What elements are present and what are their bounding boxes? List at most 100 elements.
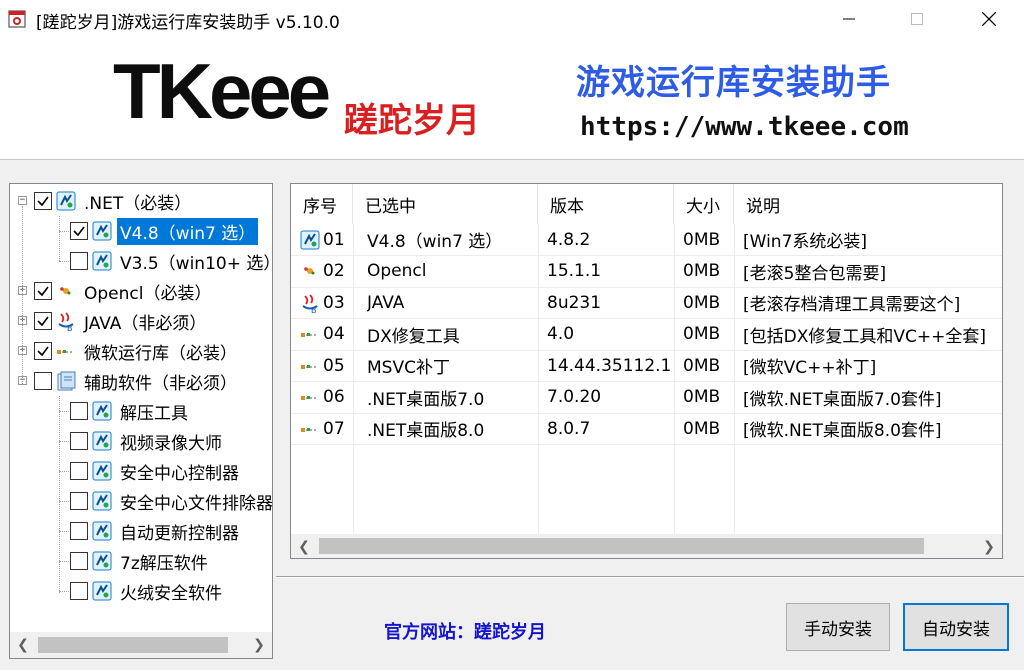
tree-node-label: 火绒安全软件 — [120, 583, 222, 604]
tree-node-label: .NET（必装） — [84, 193, 192, 214]
checkbox-unchecked[interactable] — [70, 432, 88, 450]
checkbox-unchecked[interactable] — [70, 252, 88, 270]
column-header-version[interactable]: 版本 — [538, 184, 674, 224]
tree-node[interactable]: Opencl（必装） — [34, 276, 214, 306]
row-number: 03 — [323, 292, 345, 313]
banner-title: 游戏运行库安装助手 — [576, 63, 891, 103]
scroll-right-icon[interactable]: ❯ — [976, 534, 1002, 558]
checkbox-unchecked[interactable] — [70, 462, 88, 480]
column-header-no[interactable]: 序号 — [291, 184, 353, 224]
tree-node[interactable]: B JAVA（非必须） — [34, 306, 209, 336]
row-number: 01 — [323, 229, 345, 250]
tree-connector — [59, 471, 69, 472]
scroll-left-icon[interactable]: ❮ — [291, 534, 317, 558]
list-horizontal-scrollbar[interactable]: ❮ ❯ — [291, 534, 1002, 558]
checkbox-checked[interactable] — [34, 312, 52, 330]
cell-name: JAVA — [367, 292, 405, 313]
runtime-icon — [299, 418, 321, 440]
column-header-selected[interactable]: 已选中 — [353, 184, 538, 224]
tree-connector — [59, 396, 60, 593]
dotnet-icon — [91, 400, 113, 422]
tree-connector — [59, 501, 69, 502]
tree-node-label: 视频录像大师 — [120, 433, 222, 454]
table-row[interactable]: 02 Opencl 15.1.1 0MB [老滚5整合包需要] — [291, 256, 1002, 287]
cell-name: MSVC补丁 — [367, 358, 450, 378]
logo-chinese: 蹉跎岁月 — [344, 101, 480, 141]
scrollbar-thumb[interactable] — [319, 538, 924, 554]
svg-text:B: B — [67, 324, 73, 332]
tree-node[interactable]: 辅助软件（非必须） — [34, 366, 240, 396]
tree-node[interactable]: 视频录像大师 — [70, 426, 225, 456]
cell-version: 7.0.20 — [547, 387, 602, 407]
scroll-left-icon[interactable]: ❮ — [10, 632, 36, 658]
table-row[interactable]: B 03 JAVA 8u231 0MB [老滚存档清理工具需要这个] — [291, 287, 1002, 318]
selected-list[interactable]: 序号 已选中 版本 大小 说明 ❮ ❯ 01 V4.8（win7 选） 4.8.2 0… — [290, 183, 1003, 559]
table-row[interactable]: 05 MSVC补丁 14.44.35112.1 0MB [微软VC++补丁] — [291, 350, 1002, 381]
tree-node-label: 微软运行库（必装） — [84, 343, 237, 364]
window-title: [蹉跎岁月]游戏运行库安装助手 v5.10.0 — [36, 13, 340, 33]
tree-node[interactable]: 安全中心文件排除器 — [70, 486, 273, 516]
auto-install-button[interactable]: 自动安装 — [903, 603, 1009, 651]
checkbox-unchecked[interactable] — [34, 372, 52, 390]
tree-connector — [59, 531, 69, 532]
close-button[interactable] — [960, 0, 1018, 38]
list-header: 序号 已选中 版本 大小 说明 — [291, 184, 1002, 224]
tree-node[interactable]: 火绒安全软件 — [70, 576, 225, 606]
cell-size: 0MB — [683, 261, 721, 281]
tree-node[interactable]: 7z解压软件 — [70, 546, 211, 576]
tree-node[interactable]: 安全中心控制器 — [70, 456, 242, 486]
column-header-desc[interactable]: 说明 — [734, 184, 1002, 224]
tree-node[interactable]: 自动更新控制器 — [70, 516, 242, 546]
cell-name: .NET桌面版8.0 — [367, 421, 485, 441]
minimize-icon — [843, 18, 855, 20]
component-tree[interactable]: .NET（必装） − V4.8（win7 选） V3.5（win10+ 选） Openc… — [9, 183, 273, 659]
checkbox-checked[interactable] — [34, 282, 52, 300]
tree-node-label: 安全中心文件排除器 — [120, 493, 273, 514]
tree-node-label: V3.5（win10+ 选） — [120, 253, 273, 274]
official-site-link[interactable]: 官方网站：蹉跎岁月 — [384, 618, 546, 644]
checkbox-checked[interactable] — [70, 222, 88, 240]
manual-install-button[interactable]: 手动安装 — [786, 603, 890, 651]
tree-node[interactable]: 解压工具 — [70, 396, 191, 426]
cell-name: DX修复工具 — [367, 326, 460, 347]
tree-node-label: JAVA（非必须） — [84, 313, 207, 334]
cell-desc: [包括DX修复工具和VC++全套] — [743, 326, 986, 347]
table-row[interactable]: 07 .NET桌面版8.0 8.0.7 0MB [微软.NET桌面版8.0套件] — [291, 413, 1002, 444]
table-row[interactable]: 04 DX修复工具 4.0 0MB [包括DX修复工具和VC++全套] — [291, 319, 1002, 350]
cell-size: 0MB — [683, 229, 721, 250]
tree-node[interactable]: V3.5（win10+ 选） — [70, 246, 273, 276]
tree-connector — [59, 591, 69, 592]
checkbox-unchecked[interactable] — [70, 402, 88, 420]
tree-horizontal-scrollbar[interactable]: ❮ ❯ — [10, 632, 272, 658]
tree-node[interactable]: .NET（必装） — [34, 186, 194, 216]
cell-no: 04 — [299, 319, 345, 350]
maximize-button[interactable] — [888, 0, 946, 38]
tree-connector — [59, 441, 69, 442]
tree-connector — [59, 411, 69, 412]
cell-no: B 03 — [299, 287, 345, 318]
tree-node-label: 安全中心控制器 — [120, 463, 239, 484]
tree-node[interactable]: V4.8（win7 选） — [70, 216, 259, 246]
checkbox-unchecked[interactable] — [70, 582, 88, 600]
tree-connector — [59, 231, 69, 232]
table-row[interactable]: 06 .NET桌面版7.0 7.0.20 0MB [微软.NET桌面版7.0套件] — [291, 382, 1002, 413]
column-header-size[interactable]: 大小 — [674, 184, 734, 224]
tree-connector — [59, 216, 60, 261]
collapse-icon[interactable]: − — [18, 196, 27, 205]
scrollbar-thumb[interactable] — [38, 637, 228, 653]
checkbox-checked[interactable] — [34, 192, 52, 210]
checkbox-unchecked[interactable] — [70, 522, 88, 540]
tree-connector — [59, 261, 69, 262]
dotnet-icon — [55, 190, 77, 212]
minimize-button[interactable] — [820, 0, 878, 38]
tree-connector — [59, 561, 69, 562]
checkbox-checked[interactable] — [34, 342, 52, 360]
banner: TKeee 蹉跎岁月 游戏运行库安装助手 https://www.tkeee.c… — [0, 38, 1024, 160]
checkbox-unchecked[interactable] — [70, 492, 88, 510]
tree-node[interactable]: 微软运行库（必装） — [34, 336, 240, 366]
folder-icon — [55, 370, 77, 392]
scroll-right-icon[interactable]: ❯ — [246, 632, 272, 658]
table-row[interactable]: 01 V4.8（win7 选） 4.8.2 0MB [Win7系统必装] — [291, 224, 1002, 255]
checkbox-unchecked[interactable] — [70, 552, 88, 570]
dotnet-icon — [91, 430, 113, 452]
